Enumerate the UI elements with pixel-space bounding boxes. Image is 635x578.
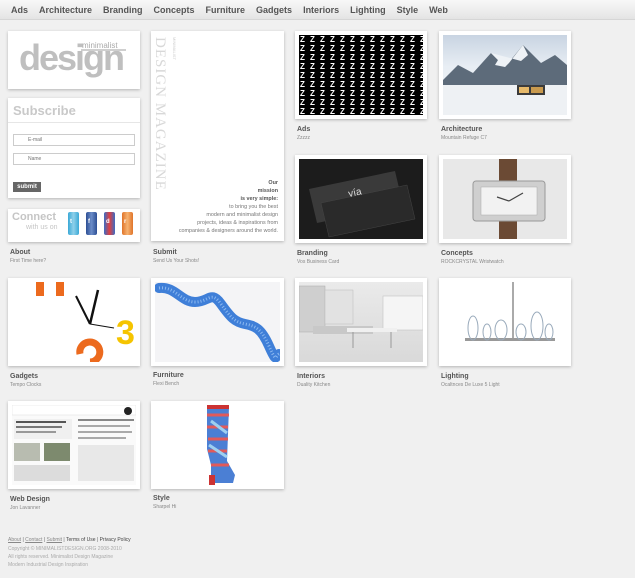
nav-architecture[interactable]: Architecture [39, 5, 92, 15]
web-design-image [12, 405, 136, 485]
subscribe-box: Subscribe ✉ ● submit [8, 98, 140, 198]
about-title[interactable]: About [10, 249, 30, 256]
facebook-icon[interactable]: f [86, 212, 97, 235]
gadgets-image: 3 [12, 282, 136, 362]
footer-link-contact[interactable]: Contact [25, 537, 42, 543]
post-title[interactable]: Ads [297, 126, 310, 133]
post-title[interactable]: Gadgets [10, 373, 38, 380]
connect-title: Connect [12, 211, 56, 223]
top-nav: Ads Architecture Branding Concepts Furni… [0, 0, 635, 20]
nav-interiors[interactable]: Interiors [303, 5, 339, 15]
nav-branding[interactable]: Branding [103, 5, 143, 15]
footer-link-submit[interactable]: Submit [46, 537, 62, 543]
rights-text: All rights reserved. Minimalist Design M… [8, 554, 114, 560]
nav-ads[interactable]: Ads [11, 5, 28, 15]
post-sub: Tempo Clocks [10, 382, 42, 388]
connect-sub: with us on [26, 224, 58, 231]
post-title[interactable]: Style [153, 495, 170, 502]
post-card-architecture[interactable] [439, 31, 571, 119]
twitter-icon[interactable]: t [68, 212, 79, 235]
divider [8, 122, 140, 123]
lighting-image [443, 282, 567, 362]
post-card-concepts[interactable] [439, 155, 571, 243]
concepts-image [443, 159, 567, 239]
branding-image: vía [299, 159, 423, 239]
post-title[interactable]: Web Design [10, 496, 50, 503]
rss-icon[interactable]: r [122, 212, 133, 235]
logo-tag: minimalist [82, 41, 118, 50]
connect-box: Connect with us on t f d r [8, 209, 140, 242]
submit-title[interactable]: Submit [153, 249, 177, 256]
nav-style[interactable]: Style [397, 5, 419, 15]
post-title[interactable]: Concepts [441, 250, 473, 257]
nav-lighting[interactable]: Lighting [350, 5, 386, 15]
post-sub: ROCKCRYSTAL Wristwatch [441, 259, 504, 265]
site-logo[interactable]: design minimalist [8, 31, 140, 89]
style-image [155, 405, 280, 485]
svg-text:3: 3 [116, 314, 135, 352]
magazine-vertical-title: DESIGN MAGAZINE [152, 37, 168, 191]
mission-text: Our mission is very simple: to bring you… [178, 180, 278, 234]
about-sub: First Time here? [10, 258, 47, 264]
post-sub: Vos Business Card [297, 259, 340, 265]
post-title[interactable]: Interiors [297, 373, 325, 380]
submit-button[interactable]: submit [13, 182, 41, 192]
email-field[interactable] [13, 134, 135, 146]
post-card-branding[interactable]: vía [295, 155, 427, 243]
ads-image: Z [299, 35, 423, 115]
post-sub: Zzzzz [297, 135, 311, 141]
subscribe-title: Subscribe [13, 103, 76, 118]
delicious-icon[interactable]: d [104, 212, 115, 235]
post-title[interactable]: Architecture [441, 126, 482, 133]
post-title[interactable]: Furniture [153, 372, 184, 379]
post-sub: Ocaltnces De Luxe 5 Light [441, 382, 500, 388]
architecture-image [443, 35, 567, 115]
post-card-interiors[interactable] [295, 278, 427, 366]
nav-concepts[interactable]: Concepts [154, 5, 195, 15]
footer-links: About | Contact | Submit | Terms of Use … [8, 537, 131, 543]
interiors-image [299, 282, 423, 362]
footer-link-terms[interactable]: Terms of Use [66, 537, 95, 543]
nav-web[interactable]: Web [429, 5, 448, 15]
post-card-web-design[interactable] [8, 401, 140, 489]
post-sub: Flexi Bench [153, 381, 180, 387]
post-card-lighting[interactable] [439, 278, 571, 366]
post-sub: Sharpel Hi [153, 504, 177, 510]
nav-furniture[interactable]: Furniture [206, 5, 246, 15]
tagline-text: Modern Industrial Design Inspiration [8, 562, 89, 568]
post-sub: Jon Lavanner [10, 505, 41, 511]
post-sub: Mountain Refuge C7 [441, 135, 487, 141]
nav-gadgets[interactable]: Gadgets [256, 5, 292, 15]
furniture-image [155, 282, 280, 362]
copyright-text: Copyright © MINIMALISTDESIGN.ORG 2008-20… [8, 546, 122, 552]
post-card-gadgets[interactable]: 3 [8, 278, 140, 366]
mission-card: DESIGN MAGAZINE MINIMALIST Our mission i… [151, 31, 284, 241]
post-sub: Duality Kitchen [297, 382, 331, 388]
post-card-furniture[interactable] [151, 278, 284, 366]
footer-link-about[interactable]: About [8, 537, 21, 543]
footer-link-privacy[interactable]: Privacy Policy [100, 537, 131, 543]
name-field[interactable] [13, 153, 135, 165]
post-title[interactable]: Branding [297, 250, 328, 257]
magazine-vertical-small: MINIMALIST [172, 37, 177, 60]
post-card-ads[interactable]: Z [295, 31, 427, 119]
submit-sub: Send Us Your Shots! [153, 258, 200, 264]
post-card-style[interactable] [151, 401, 284, 489]
post-title[interactable]: Lighting [441, 373, 469, 380]
